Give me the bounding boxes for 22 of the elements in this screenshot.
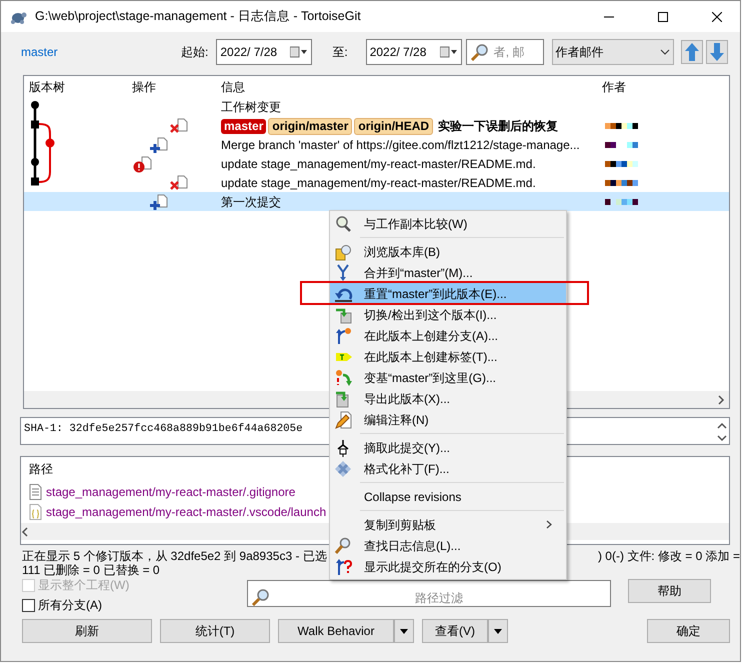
date-value: 2022/ 7/28: [220, 44, 278, 61]
sha-text: SHA-1: 32dfe5e257fcc468a889b91be6f44a68205e: [24, 422, 303, 437]
combo-value: 作者邮件: [556, 44, 605, 61]
status-text: ) 0(-) 文件: 修改 = 0 添加 =: [598, 549, 740, 563]
status-text: 111 已删除 = 0 已替换 = 0: [22, 563, 160, 577]
commit-message: 工作树变更: [221, 100, 281, 114]
commit-message: 第一次提交: [221, 194, 281, 208]
commit-message: 实验一下误删后的恢复: [438, 118, 558, 132]
commit-message: update stage_management/my-react-master/README.md.: [221, 176, 536, 190]
ref-label: origin/master: [268, 118, 352, 134]
commit-message: update stage_management/my-react-master/README.md.: [221, 156, 536, 170]
window-title: G:\web\project\stage-management - 日志信息 - TortoiseGit: [35, 8, 362, 26]
date-value: 2022/ 7/28: [370, 44, 428, 61]
commit-message: Merge branch 'master' of https://gitee.com/flzt1212/stage-manage...: [221, 138, 580, 152]
filter-placeholder: 路径过滤: [414, 592, 464, 606]
ref-label: master: [221, 118, 266, 134]
to-label: 至:: [332, 44, 348, 61]
ref-label: origin/HEAD: [354, 118, 434, 134]
search-placeholder: 者, 邮: [494, 44, 524, 61]
checkbox-option: 显示整个工程(W): [1, 575, 247, 595]
from-label: 起始:: [181, 44, 208, 61]
status-text: 正在显示 5 个修订版本，从 32dfe5e2 到 9a8935c3 - 已选: [22, 549, 327, 563]
